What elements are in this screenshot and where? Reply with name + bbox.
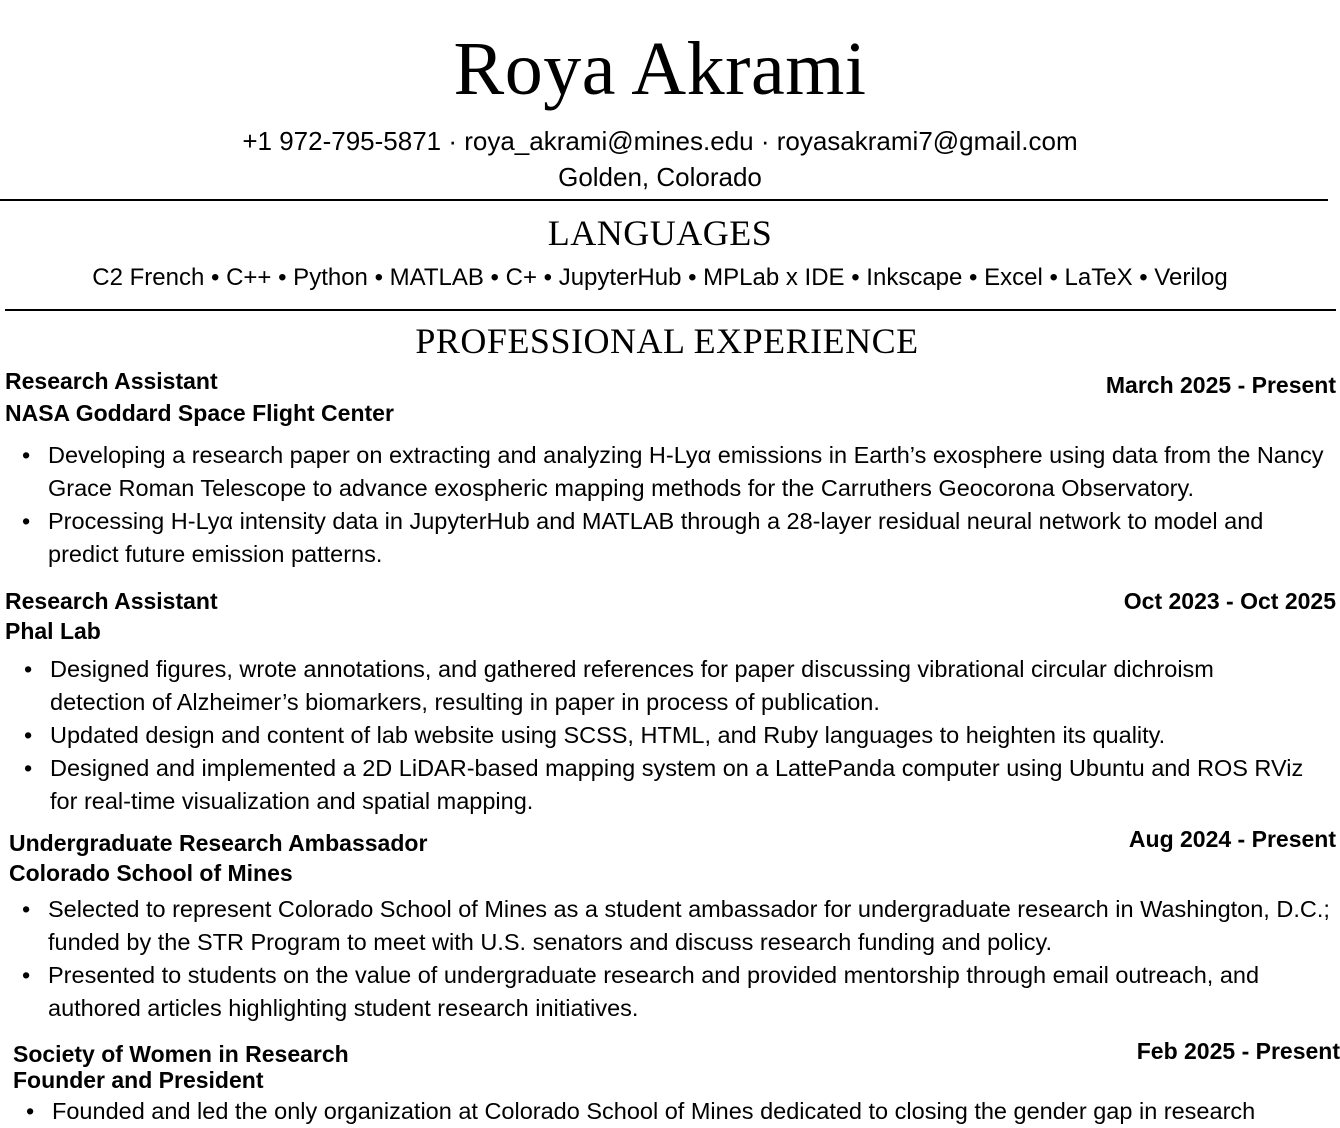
job-role: Research Assistant: [5, 368, 218, 394]
list-item: • Presented to students on the value of u…: [22, 962, 1260, 1021]
list-item: • Designed figures, wrote annotations, an…: [24, 656, 1214, 715]
list-item: • Selected to represent Colorado School o…: [22, 896, 1330, 955]
job-bullets: • Founded and led the only organization a…: [26, 1095, 1340, 1128]
list-item: • Updated design and content of lab websi…: [24, 722, 1166, 748]
job-organization: Phal Lab: [5, 618, 101, 644]
location: Golden, Colorado: [558, 162, 762, 192]
job-bullets: • Selected to represent Colorado School o…: [22, 893, 1340, 1025]
job-organization: Founder and President: [13, 1067, 264, 1093]
job-organization: NASA Goddard Space Flight Center: [5, 400, 394, 426]
contact-line: +1 972-795-5871 · roya_akrami@mines.edu …: [242, 126, 1078, 156]
list-item: • Founded and led the only organization a…: [26, 1098, 1256, 1124]
resume-name: Roya Akrami: [453, 27, 867, 111]
divider: [0, 199, 1328, 201]
experience-heading: PROFESSIONAL EXPERIENCE: [415, 321, 919, 361]
job-bullets: • Designed figures, wrote annotations, an…: [24, 653, 1310, 818]
divider: [5, 309, 1336, 311]
job-organization: Colorado School of Mines: [9, 860, 293, 886]
job-role: Research Assistant: [5, 588, 218, 614]
list-item: • Developing a research paper on extracti…: [22, 442, 1324, 501]
job-date: March 2025 - Present: [1105, 372, 1336, 398]
languages-list: C2 French • C++ • Python • MATLAB • C+ •…: [92, 264, 1228, 291]
job-bullets: • Developing a research paper on extracti…: [22, 439, 1340, 571]
job-role: Undergraduate Research Ambassador: [9, 830, 428, 856]
list-item: • Designed and implemented a 2D LiDAR-bas…: [24, 755, 1304, 814]
job-date: Feb 2025 - Present: [1136, 1038, 1340, 1064]
job-date: Aug 2024 - Present: [1128, 826, 1336, 852]
languages-heading: LANGUAGES: [547, 213, 773, 253]
job-date: Oct 2023 - Oct 2025: [1123, 588, 1336, 614]
list-item: • Processing H-Lyα intensity data in Jupy…: [22, 508, 1264, 567]
